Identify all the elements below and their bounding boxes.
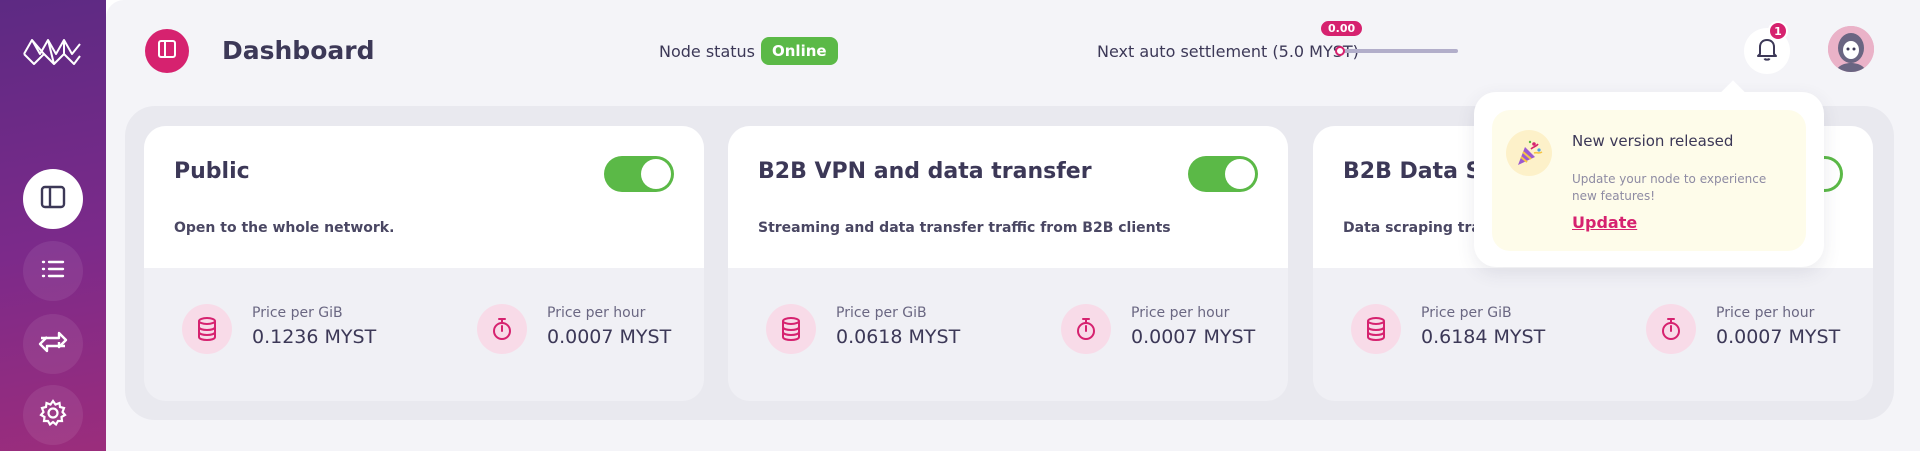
mysterium-logo[interactable] [20,32,84,70]
node-status-badge: Online [761,37,838,65]
sidebar-item-settings[interactable] [23,385,83,445]
database-icon [766,304,816,354]
stat-value: 0.0618 MYST [836,326,961,348]
stopwatch-icon [1646,304,1696,354]
card-title: Public [174,159,250,184]
card-description: Open to the whole network. [174,220,395,236]
avatar[interactable] [1828,26,1874,72]
notification-title: New version released [1572,132,1734,150]
settlement-progress-bar [1335,46,1458,56]
transfer-icon [37,328,69,360]
notifications-popover: New version released Update your node to… [1474,92,1824,267]
card-title: B2B Data Sc [1343,159,1495,184]
stat-value: 0.0007 MYST [547,326,672,348]
settlement-progress-handle [1335,46,1345,56]
sidebar-item-dashboard[interactable] [23,169,83,229]
stopwatch-icon [1061,304,1111,354]
panel-icon [156,38,178,64]
service-toggle[interactable] [604,156,674,192]
update-link[interactable]: Update [1572,213,1637,232]
settlement-value-bubble: 0.00 [1321,21,1363,36]
notification-body: Update your node to experience new featu… [1572,172,1767,203]
sidebar [0,0,106,451]
service-card-b2b-vpn: B2B VPN and data transfer Streaming and … [728,126,1288,401]
gear-icon [38,398,68,432]
stat-label: Price per hour [1716,305,1815,321]
service-toggle[interactable] [1188,156,1258,192]
party-popper-icon [1506,130,1552,176]
node-status-label: Node status [659,42,756,61]
database-icon [182,304,232,354]
dashboard-icon [39,183,67,215]
page-title: Dashboard [222,36,375,65]
card-description: Data scraping traf [1343,220,1487,236]
list-icon [39,255,67,287]
service-card-public: Public Open to the whole network. Price … [144,126,704,401]
stat-label: Price per GiB [252,305,343,321]
card-description: Streaming and data transfer traffic from… [758,220,1171,236]
notification-count-badge: 1 [1768,21,1788,41]
card-title: B2B VPN and data transfer [758,159,1092,184]
sidebar-toggle-button[interactable] [145,29,189,73]
stat-value: 0.0007 MYST [1131,326,1256,348]
stat-label: Price per hour [1131,305,1230,321]
stat-label: Price per hour [547,305,646,321]
sidebar-item-sessions[interactable] [23,241,83,301]
card-header: B2B VPN and data transfer Streaming and … [728,126,1288,268]
stat-label: Price per GiB [1421,305,1512,321]
database-icon [1351,304,1401,354]
stat-label: Price per GiB [836,305,927,321]
settlement-label: Next auto settlement (5.0 MYST) [1097,42,1359,61]
stopwatch-icon [477,304,527,354]
notification-item: New version released Update your node to… [1492,110,1806,251]
stat-value: 0.0007 MYST [1716,326,1841,348]
sidebar-item-transactions[interactable] [23,314,83,374]
card-header: Public Open to the whole network. [144,126,704,268]
top-bar: Dashboard Node status Online Next auto s… [106,0,1920,100]
stat-value: 0.1236 MYST [252,326,377,348]
stat-value: 0.6184 MYST [1421,326,1546,348]
